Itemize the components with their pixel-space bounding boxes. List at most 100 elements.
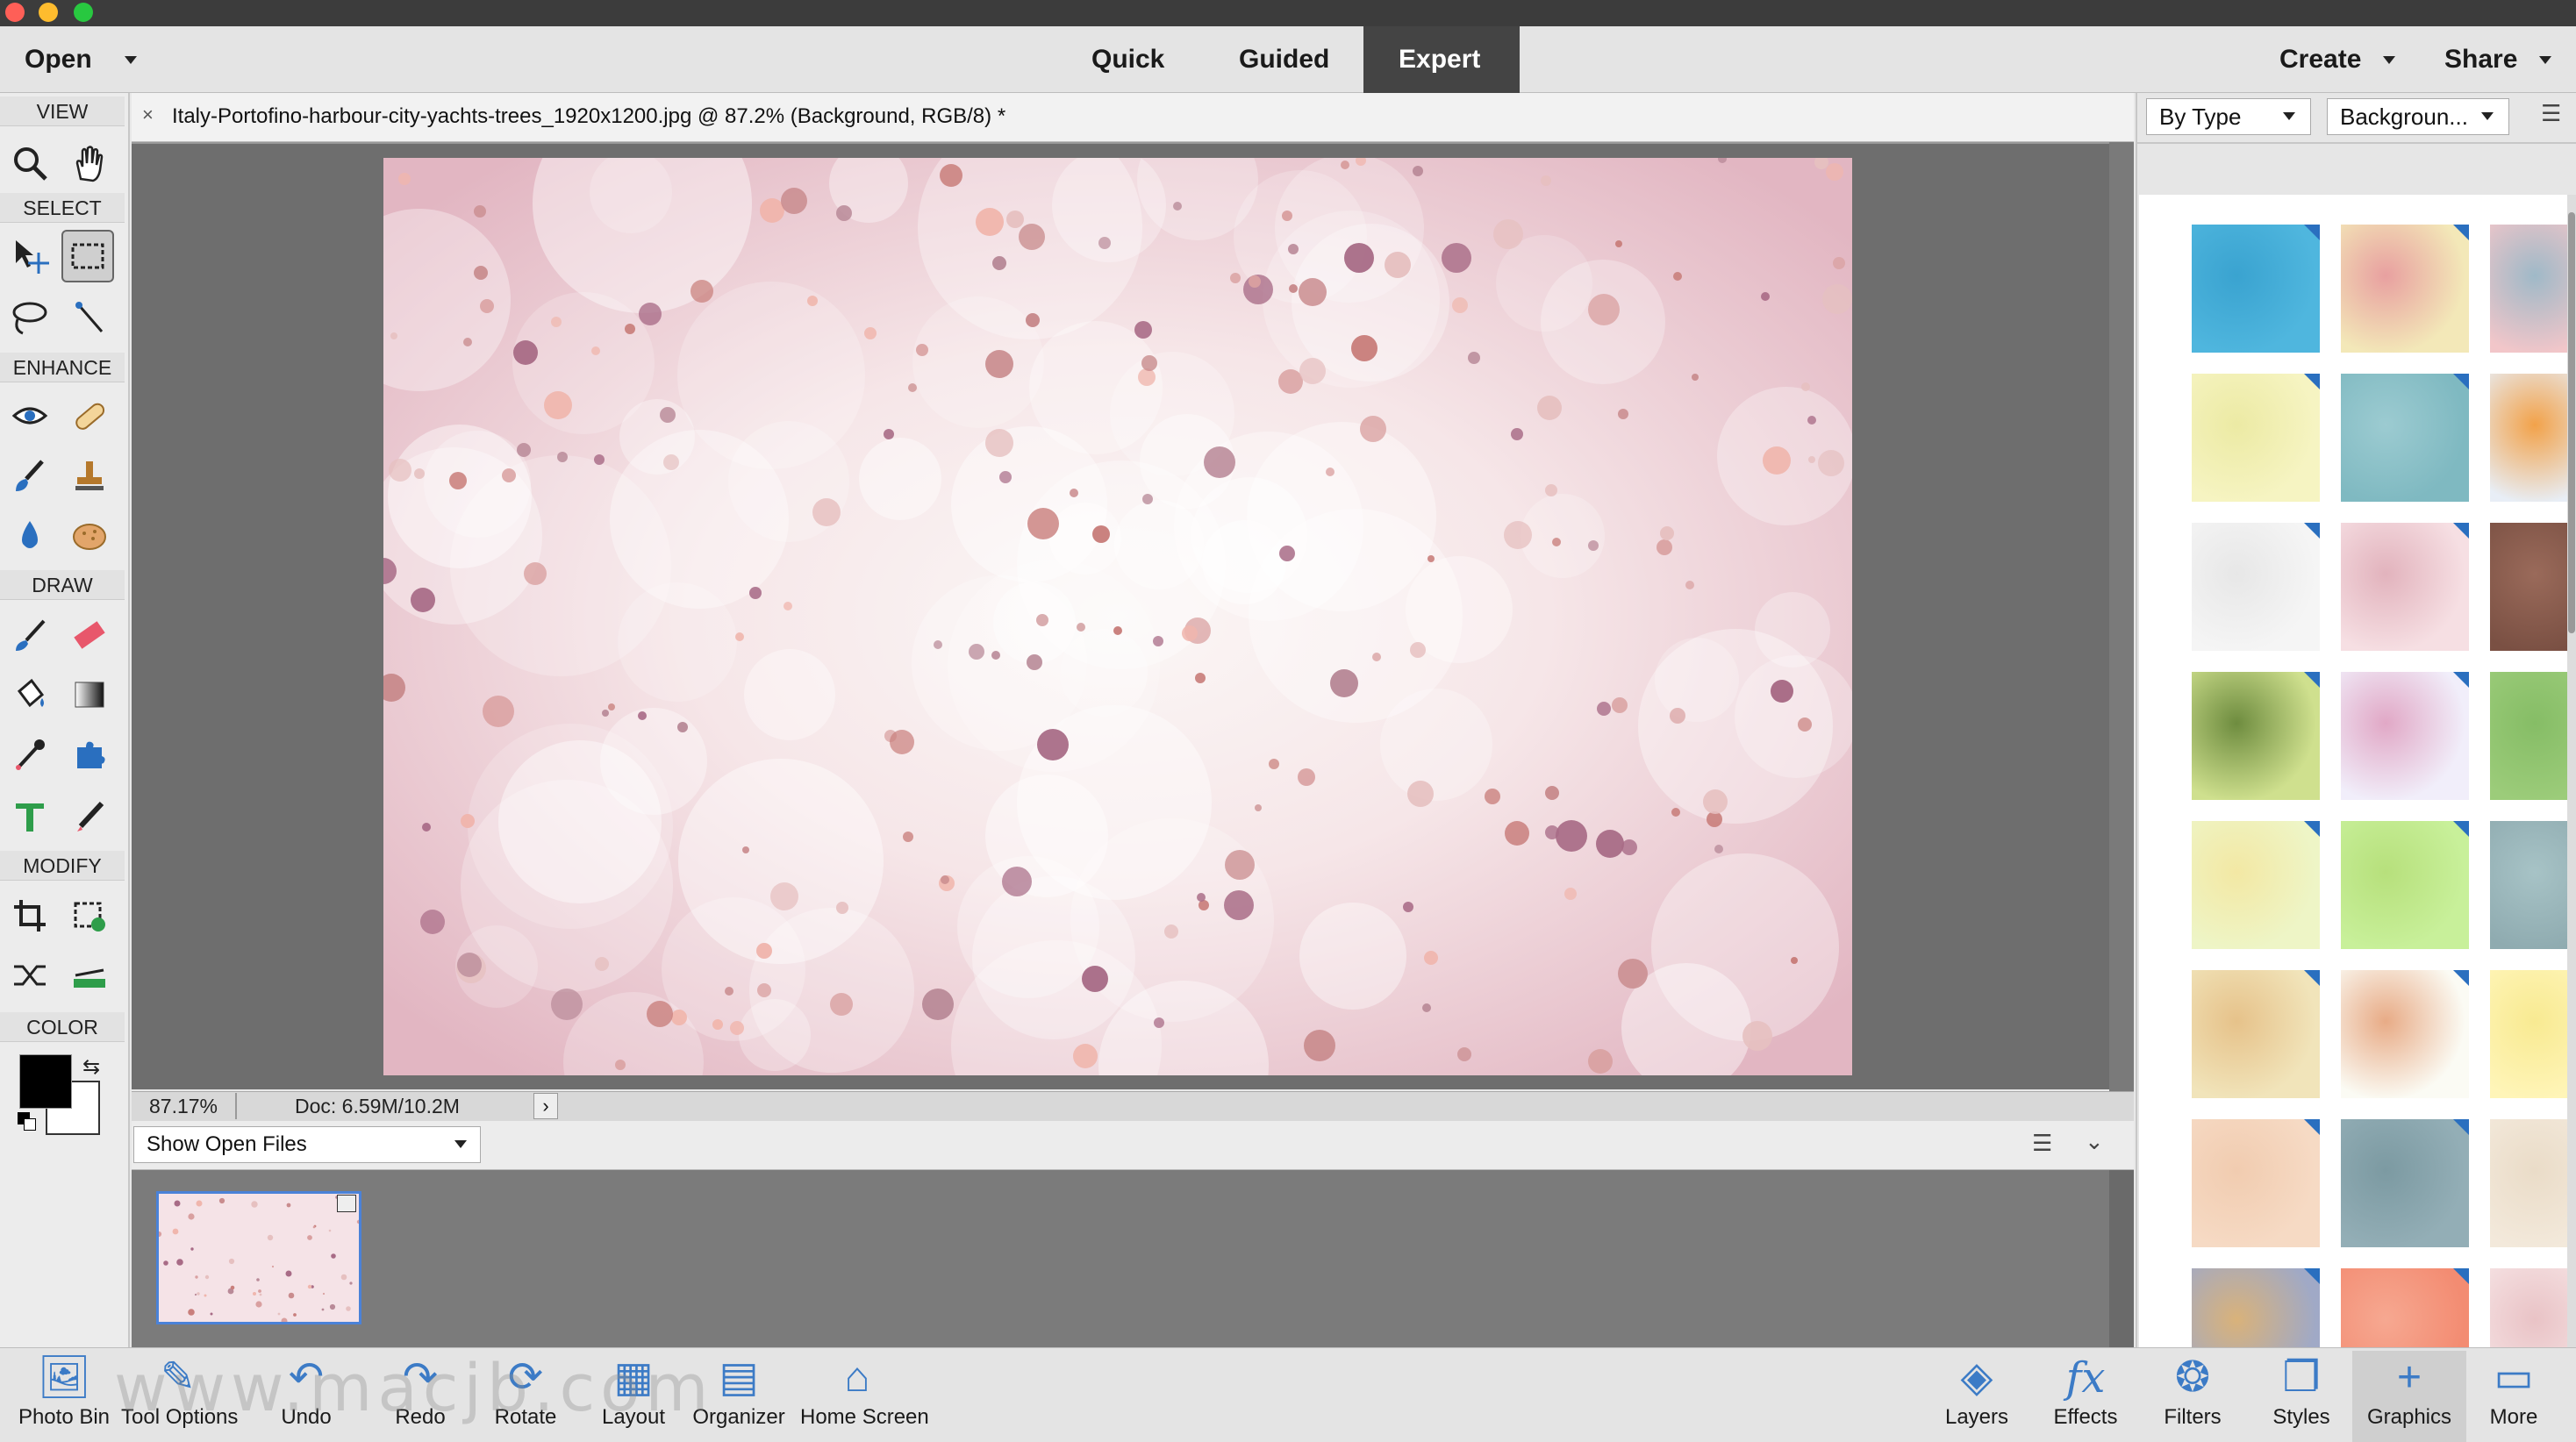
show-open-files-caret-icon[interactable] bbox=[454, 1140, 467, 1148]
tab-divider bbox=[132, 142, 2134, 144]
polka-dot bbox=[557, 452, 568, 462]
close-window-button[interactable] bbox=[5, 3, 25, 22]
minimize-window-button[interactable] bbox=[39, 3, 58, 22]
hand-tool[interactable] bbox=[63, 137, 116, 189]
background-graphic-thumbnail[interactable] bbox=[2341, 374, 2469, 502]
open-button[interactable]: Open bbox=[25, 42, 92, 77]
custom-shape-tool[interactable] bbox=[63, 728, 116, 781]
blur-tool[interactable] bbox=[4, 509, 56, 561]
background-graphic-thumbnail[interactable] bbox=[2341, 672, 2469, 800]
recompose-tool[interactable] bbox=[63, 889, 116, 942]
effects-button[interactable]: fx Effects bbox=[2029, 1351, 2143, 1442]
photo-bin-button[interactable]: 🖼 Photo Bin bbox=[7, 1351, 121, 1442]
brush-tool[interactable] bbox=[4, 609, 56, 661]
background-graphic-thumbnail[interactable] bbox=[2192, 672, 2320, 800]
share-dropdown-caret-icon[interactable] bbox=[2539, 56, 2551, 64]
rectangular-marquee-tool[interactable] bbox=[61, 230, 114, 282]
background-graphic-thumbnail[interactable] bbox=[2192, 225, 2320, 353]
close-document-icon[interactable]: × bbox=[142, 104, 154, 126]
layers-icon: ◈ bbox=[1960, 1354, 1993, 1401]
straighten-tool[interactable] bbox=[63, 949, 116, 1002]
smart-brush-tool[interactable] bbox=[4, 449, 56, 502]
background-graphic-thumbnail[interactable] bbox=[2490, 523, 2567, 651]
background-graphic-thumbnail[interactable] bbox=[2341, 523, 2469, 651]
background-graphic-thumbnail[interactable] bbox=[2192, 1119, 2320, 1247]
background-graphic-thumbnail[interactable] bbox=[2490, 225, 2567, 353]
collapse-bin-chevron-icon[interactable]: ⌄ bbox=[2085, 1128, 2104, 1155]
zoom-tool[interactable] bbox=[4, 137, 56, 189]
home-screen-button[interactable]: ⌂ Home Screen bbox=[800, 1351, 929, 1442]
background-graphic-thumbnail[interactable] bbox=[2490, 821, 2567, 949]
crop-tool[interactable] bbox=[4, 889, 56, 942]
background-graphic-thumbnail[interactable] bbox=[2490, 1268, 2567, 1347]
sponge-tool[interactable] bbox=[63, 509, 116, 561]
filters-button[interactable]: ❂ Filters bbox=[2136, 1351, 2250, 1442]
eraser-tool[interactable] bbox=[63, 609, 116, 661]
background-graphic-thumbnail[interactable] bbox=[2341, 1119, 2469, 1247]
filter-category-caret-icon[interactable] bbox=[2481, 112, 2494, 120]
background-graphic-thumbnail[interactable] bbox=[2341, 1268, 2469, 1347]
panel-menu-icon[interactable]: ☰ bbox=[2541, 100, 2561, 127]
show-open-files-dropdown[interactable]: Show Open Files bbox=[133, 1126, 481, 1163]
clone-stamp-tool[interactable] bbox=[63, 449, 116, 502]
graphics-scrollbar[interactable] bbox=[2567, 195, 2576, 1347]
brush-icon bbox=[16, 619, 46, 651]
bin-scrollbar[interactable] bbox=[2109, 1170, 2134, 1347]
background-graphic-thumbnail[interactable] bbox=[2341, 970, 2469, 1098]
foreground-color-swatch[interactable] bbox=[19, 1054, 72, 1109]
eyedropper-tool[interactable] bbox=[4, 728, 56, 781]
gradient-tool[interactable] bbox=[63, 668, 116, 721]
open-file-thumbnail[interactable] bbox=[156, 1191, 361, 1324]
graphics-button[interactable]: + Graphics bbox=[2352, 1351, 2466, 1442]
zoom-window-button[interactable] bbox=[74, 3, 93, 22]
pencil-tool[interactable] bbox=[63, 789, 116, 842]
undo-button[interactable]: ↶ Undo bbox=[249, 1351, 363, 1442]
spot-healing-tool[interactable] bbox=[63, 389, 116, 442]
status-divider bbox=[235, 1093, 237, 1119]
open-dropdown-caret-icon[interactable] bbox=[125, 56, 137, 64]
move-tool[interactable] bbox=[4, 230, 56, 282]
zoom-level[interactable]: 87.17% bbox=[149, 1095, 218, 1118]
status-menu-arrow-icon[interactable]: › bbox=[533, 1093, 558, 1119]
background-graphic-thumbnail[interactable] bbox=[2490, 970, 2567, 1098]
background-graphic-thumbnail[interactable] bbox=[2490, 374, 2567, 502]
create-button[interactable]: Create bbox=[2279, 42, 2361, 77]
polka-dot bbox=[595, 957, 609, 971]
background-graphic-thumbnail[interactable] bbox=[2341, 225, 2469, 353]
filter-type-caret-icon[interactable] bbox=[2283, 112, 2295, 120]
red-eye-tool[interactable] bbox=[4, 389, 56, 442]
share-button[interactable]: Share bbox=[2444, 42, 2517, 77]
background-graphic-thumbnail[interactable] bbox=[2192, 523, 2320, 651]
redo-button[interactable]: ↷ Redo bbox=[363, 1351, 477, 1442]
swap-colors-icon[interactable]: ⇆ bbox=[82, 1054, 100, 1080]
content-aware-move-tool[interactable] bbox=[4, 949, 56, 1002]
mode-tab-guided[interactable]: Guided bbox=[1239, 42, 1329, 77]
polka-dot bbox=[1742, 1021, 1772, 1051]
layout-button[interactable]: ▦ Layout bbox=[576, 1351, 691, 1442]
mode-tab-quick[interactable]: Quick bbox=[1091, 42, 1164, 77]
quick-selection-tool[interactable] bbox=[63, 291, 116, 344]
canvas-vertical-scrollbar[interactable] bbox=[2109, 142, 2134, 1094]
layers-button[interactable]: ◈ Layers bbox=[1920, 1351, 2034, 1442]
tool-options-button[interactable]: ✎ Tool Options bbox=[121, 1351, 238, 1442]
background-graphic-thumbnail[interactable] bbox=[2490, 672, 2567, 800]
create-dropdown-caret-icon[interactable] bbox=[2383, 56, 2395, 64]
organizer-button[interactable]: ▤ Organizer bbox=[682, 1351, 796, 1442]
paint-bucket-tool[interactable] bbox=[4, 668, 56, 721]
background-graphic-thumbnail[interactable] bbox=[2490, 1119, 2567, 1247]
bin-menu-icon[interactable]: ☰ bbox=[2032, 1130, 2052, 1157]
background-graphic-thumbnail[interactable] bbox=[2192, 374, 2320, 502]
background-graphic-thumbnail[interactable] bbox=[2192, 821, 2320, 949]
styles-button[interactable]: ❐ Styles bbox=[2244, 1351, 2358, 1442]
polka-dot bbox=[663, 454, 679, 470]
lasso-tool[interactable] bbox=[4, 291, 56, 344]
background-graphic-thumbnail[interactable] bbox=[2341, 821, 2469, 949]
default-colors-icon[interactable] bbox=[18, 1112, 37, 1131]
background-graphic-thumbnail[interactable] bbox=[2192, 1268, 2320, 1347]
type-tool[interactable] bbox=[4, 789, 56, 842]
background-graphic-thumbnail[interactable] bbox=[2192, 970, 2320, 1098]
more-button[interactable]: ▭ More bbox=[2457, 1351, 2571, 1442]
document-image[interactable] bbox=[383, 158, 1852, 1075]
rotate-button[interactable]: ⟳ Rotate bbox=[469, 1351, 583, 1442]
mode-tab-expert[interactable]: Expert bbox=[1399, 42, 1480, 77]
